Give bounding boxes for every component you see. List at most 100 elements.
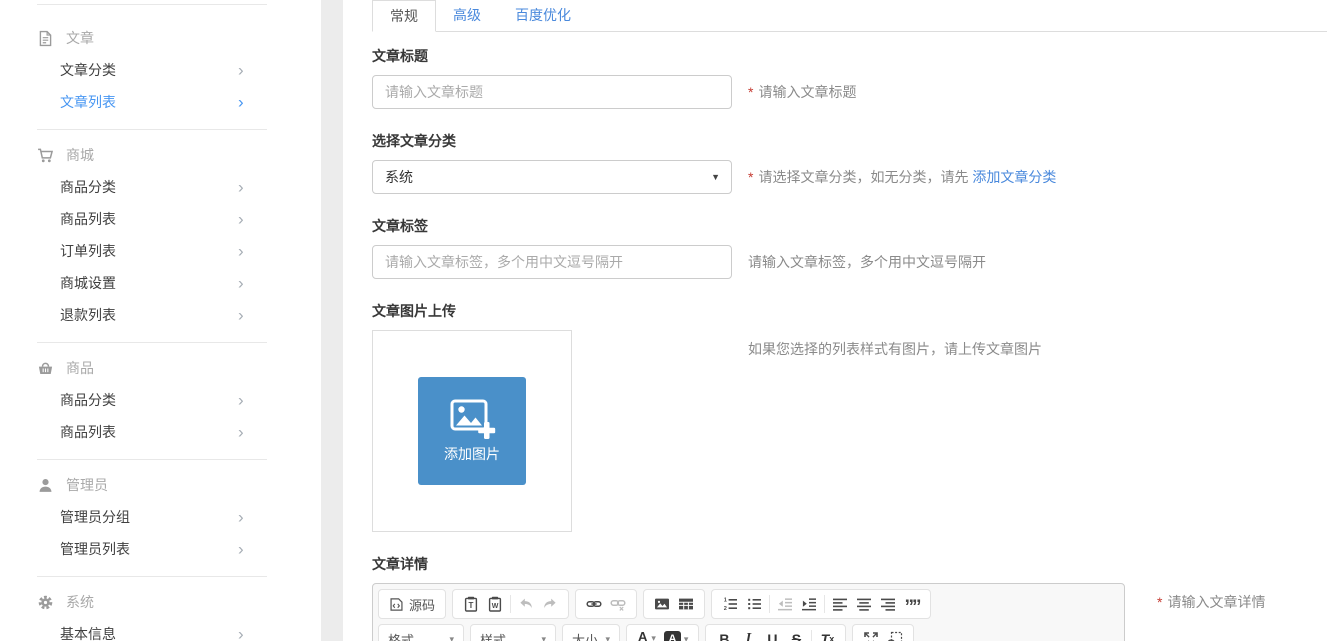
sidebar-item-order-list[interactable]: 订单列表 › [0,235,321,267]
sidebar-section-article-header[interactable]: 文章 [0,22,321,54]
rich-text-editor: 源码 T W [372,583,1125,641]
chevron-down-icon: ▾ [449,634,454,641]
blockquote-icon[interactable]: ”” [900,592,924,616]
toolbar-group-tools [852,624,914,641]
toolbar-separator [824,595,825,613]
font-size-label: 大小 [572,630,598,641]
italic-icon[interactable]: I [736,627,760,641]
toolbar-group-basicstyles: B I U S Tx [705,624,846,641]
source-icon [389,597,404,612]
toolbar-group-links [575,589,637,619]
sidebar-item-admin-list[interactable]: 管理员列表 › [0,533,321,565]
redo-icon[interactable] [538,592,562,616]
select-caret-icon: ▼ [711,172,720,182]
article-tags-input[interactable] [372,245,732,279]
chevron-right-icon: › [238,392,244,409]
unlink-icon[interactable] [606,592,630,616]
sidebar-section-system: 系统 基本信息 › [0,577,321,641]
hint-text: 请选择文章分类，如无分类，请先 [758,169,968,185]
add-image-icon [448,398,496,440]
sidebar-item-admin-group[interactable]: 管理员分组 › [0,501,321,533]
chevron-down-icon: ▾ [605,634,610,641]
add-image-button[interactable]: 添加图片 [418,377,526,485]
sidebar-item-refund-list[interactable]: 退款列表 › [0,299,321,331]
article-tags-hint: 请输入文章标签，多个用中文逗号隔开 [748,252,986,272]
article-tags-label: 文章标签 [372,216,1327,236]
sidebar-content-gutter [321,0,343,641]
sidebar-item-product-category[interactable]: 商品分类 › [0,384,321,416]
sidebar-section-system-header[interactable]: 系统 [0,586,321,618]
show-blocks-icon[interactable] [883,627,907,641]
goods-icon [37,360,54,377]
maximize-icon[interactable] [859,627,883,641]
hint-text: 请输入文章标题 [758,84,856,100]
paste-text-icon[interactable]: T [459,592,483,616]
align-left-icon[interactable] [828,592,852,616]
article-title-row: *请输入文章标题 [372,75,1327,109]
article-detail-hint: *请输入文章详情 [1157,583,1265,612]
sidebar-item-mall-settings[interactable]: 商城设置 › [0,267,321,299]
article-category-select[interactable]: 系统 ▼ [372,160,732,194]
editor-toolbar-row-1: 源码 T W [378,589,1119,619]
admin-icon [37,477,54,494]
add-image-label: 添加图片 [444,444,500,464]
svg-text:1: 1 [724,598,727,604]
styles-label: 样式 [480,630,506,641]
add-category-link[interactable]: 添加文章分类 [972,169,1056,185]
chevron-right-icon: › [238,626,244,641]
item-label: 商品列表 [60,422,116,442]
bold-icon[interactable]: B [712,627,736,641]
hint-text: 请输入文章标签，多个用中文逗号隔开 [748,254,986,270]
numbered-list-icon[interactable]: 12 [718,592,742,616]
table-icon[interactable] [674,592,698,616]
format-dropdown[interactable]: 格式 ▾ [378,624,464,641]
align-right-icon[interactable] [876,592,900,616]
styles-dropdown[interactable]: 样式 ▾ [470,624,556,641]
article-image-label: 文章图片上传 [372,301,1327,321]
item-label: 文章分类 [60,60,116,80]
text-color-icon[interactable]: A ▾ [633,630,660,641]
strikethrough-icon[interactable]: S [784,627,808,641]
bulleted-list-icon[interactable] [742,592,766,616]
link-icon[interactable] [582,592,606,616]
sidebar-item-goods-category[interactable]: 商品分类 › [0,171,321,203]
font-size-dropdown[interactable]: 大小 ▾ [562,624,620,641]
sidebar-section-article: 文章 文章分类 › 文章列表 › [0,5,321,129]
chevron-right-icon: › [238,275,244,292]
indent-icon[interactable] [797,592,821,616]
tab-general[interactable]: 常规 [372,0,436,32]
align-center-icon[interactable] [852,592,876,616]
main-content: 常规 高级 百度优化 文章标题 *请输入文章标题 选择文章分类 系统 ▼ *请选… [343,0,1327,641]
article-title-input[interactable] [372,75,732,109]
format-label: 格式 [388,630,414,641]
tab-bar: 常规 高级 百度优化 [372,0,1327,32]
section-label: 管理员 [66,475,108,495]
toolbar-group-clipboard: T W [452,589,569,619]
sidebar-item-article-list[interactable]: 文章列表 › [0,86,321,118]
sidebar-section-admin: 管理员 管理员分组 › 管理员列表 › [0,460,321,576]
underline-icon[interactable]: U [760,627,784,641]
article-tags-row: 请输入文章标签，多个用中文逗号隔开 [372,245,1327,279]
tab-baidu-seo[interactable]: 百度优化 [498,0,588,31]
toolbar-group-source: 源码 [378,589,446,619]
sidebar-section-admin-header[interactable]: 管理员 [0,469,321,501]
sidebar-item-basic-info[interactable]: 基本信息 › [0,618,321,641]
sidebar-item-article-category[interactable]: 文章分类 › [0,54,321,86]
sidebar-section-goods-header[interactable]: 商品 [0,352,321,384]
chevron-down-icon: ▾ [651,633,656,641]
outdent-icon[interactable] [773,592,797,616]
sidebar-item-goods-list[interactable]: 商品列表 › [0,203,321,235]
source-button[interactable]: 源码 [385,595,439,614]
image-icon[interactable] [650,592,674,616]
required-marker: * [1157,594,1162,610]
undo-icon[interactable] [514,592,538,616]
article-image-hint: 如果您选择的列表样式有图片，请上传文章图片 [748,330,1042,359]
item-label: 基本信息 [60,624,116,641]
sidebar-section-mall-header[interactable]: 商城 [0,139,321,171]
background-color-icon[interactable]: A ▾ [660,631,693,641]
tab-advanced[interactable]: 高级 [436,0,498,31]
svg-text:2: 2 [724,606,727,612]
remove-format-icon[interactable]: Tx [815,627,839,641]
sidebar-item-product-list[interactable]: 商品列表 › [0,416,321,448]
paste-word-icon[interactable]: W [483,592,507,616]
